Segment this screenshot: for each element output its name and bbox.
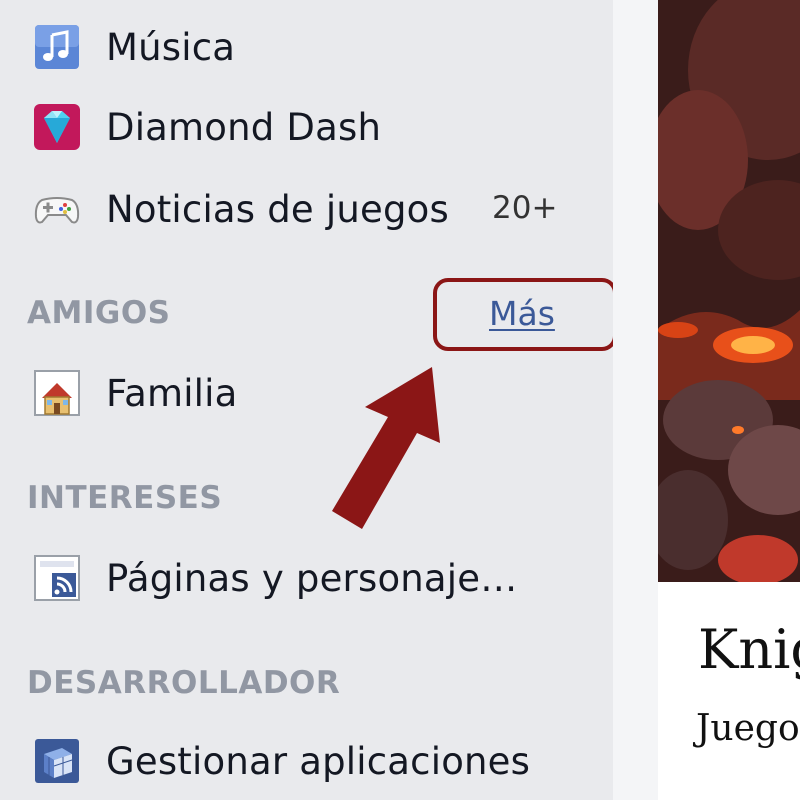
- sidebar-item-gestionar-aplicaciones[interactable]: Gestionar aplicaciones: [32, 736, 530, 786]
- sidebar-item-label: Gestionar aplicaciones: [106, 739, 531, 783]
- game-cover-image[interactable]: [658, 0, 800, 582]
- sidebar-item-label: Diamond Dash: [106, 105, 382, 149]
- section-header-intereses: INTERESES: [27, 480, 223, 516]
- diamond-icon: [34, 104, 80, 150]
- pointer-arrow-icon: [332, 367, 440, 529]
- sidebar-item-label: Familia: [106, 371, 238, 415]
- house-icon: [34, 370, 80, 416]
- main-content: Knig Juego: [658, 0, 800, 800]
- sidebar-item-familia[interactable]: Familia: [32, 368, 238, 418]
- sidebar-item-paginas-y-personajes[interactable]: Páginas y personaje…: [32, 553, 517, 603]
- sidebar-item-diamond-dash[interactable]: Diamond Dash: [32, 102, 381, 152]
- game-subtitle: Juego: [696, 708, 800, 749]
- left-sidebar: Música Diamond Dash Noticias de juegos 2…: [0, 0, 617, 800]
- sidebar-item-noticias-de-juegos[interactable]: Noticias de juegos: [32, 184, 449, 234]
- sidebar-item-label: Páginas y personaje…: [106, 556, 518, 600]
- column-separator: [613, 0, 658, 800]
- gamepad-icon: [34, 197, 80, 224]
- highlight-annotation-box: [433, 278, 617, 351]
- rss-page-icon: [34, 555, 80, 601]
- cube-icon: [35, 739, 79, 783]
- game-title[interactable]: Knig: [698, 618, 800, 681]
- section-header-desarrollador: DESARROLLADOR: [27, 665, 341, 701]
- sidebar-item-label: Música: [106, 25, 236, 69]
- notification-count-badge: 20+: [492, 190, 558, 226]
- sidebar-item-label: Noticias de juegos: [106, 187, 449, 231]
- music-icon: [35, 25, 79, 69]
- sidebar-item-musica[interactable]: Música: [32, 22, 235, 72]
- section-header-amigos: AMIGOS: [27, 295, 171, 331]
